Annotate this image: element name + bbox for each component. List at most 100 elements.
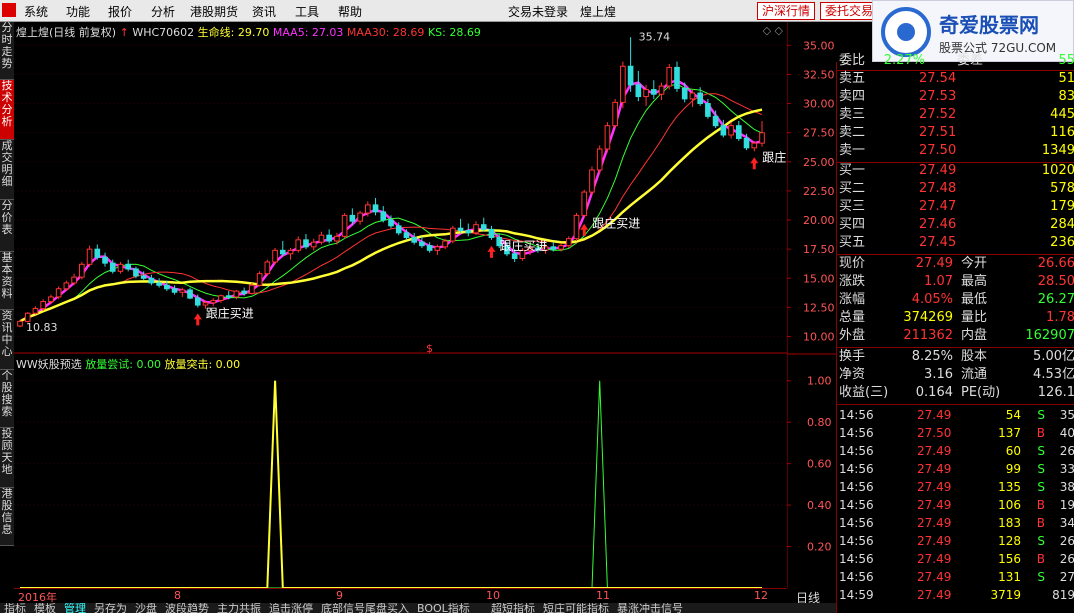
ask-row[interactable]: 卖二 27.51 116: [837, 124, 1074, 142]
indicator-tab[interactable]: 超短指标: [491, 603, 535, 613]
sidebar-tab-intraday[interactable]: 分时走势: [0, 22, 14, 80]
sidebar-tab-price-table[interactable]: 分价表: [0, 200, 14, 252]
candle-body[interactable]: [650, 89, 657, 95]
menu-help[interactable]: 帮助: [338, 3, 362, 20]
candle-body[interactable]: [40, 301, 47, 310]
indicator-tab[interactable]: BOOL指标: [417, 603, 470, 613]
indicator-tab[interactable]: 另存为: [94, 603, 127, 613]
candle-body[interactable]: [666, 66, 673, 87]
candle-body[interactable]: [743, 137, 750, 149]
candle-body[interactable]: [612, 101, 618, 127]
candle-body[interactable]: [364, 204, 371, 214]
indicator-chart[interactable]: [14, 354, 787, 588]
candle-body[interactable]: [287, 249, 294, 255]
sidebar-tab-technical[interactable]: 技术分析: [0, 80, 14, 140]
candle-body[interactable]: [388, 219, 394, 227]
candle-body[interactable]: [94, 248, 101, 258]
candle-body[interactable]: [241, 290, 247, 294]
candle-body[interactable]: [728, 125, 734, 136]
candle-body[interactable]: [272, 249, 278, 263]
candle-body[interactable]: [419, 241, 425, 247]
candle-body[interactable]: [233, 290, 240, 298]
candle-body[interactable]: [720, 125, 727, 136]
candle-body[interactable]: [279, 249, 286, 255]
menu-news[interactable]: 资讯: [252, 3, 276, 20]
candle-body[interactable]: [326, 234, 332, 242]
menu-quote[interactable]: 报价: [108, 3, 132, 20]
candle-body[interactable]: [689, 92, 696, 100]
candle-body[interactable]: [48, 296, 54, 303]
indicator-tab[interactable]: 沙盘: [135, 603, 157, 613]
candle-body[interactable]: [349, 214, 356, 222]
candle-body[interactable]: [86, 248, 93, 265]
candle-body[interactable]: [759, 132, 765, 144]
sidebar-tab-stock-search[interactable]: 个股搜索: [0, 370, 14, 428]
sidebar-tab-basic-info[interactable]: 基本资料: [0, 252, 14, 310]
menu-tools[interactable]: 工具: [295, 3, 319, 20]
candle-body[interactable]: [102, 256, 108, 264]
indicator-tab[interactable]: 波段趋势: [165, 603, 209, 613]
panel-diamond-icon[interactable]: ◇ ◇: [763, 24, 783, 37]
candle-body[interactable]: [705, 103, 711, 117]
bid-row[interactable]: 买五 27.45 236: [837, 234, 1074, 252]
candle-body[interactable]: [604, 125, 611, 150]
menu-system[interactable]: 系统: [24, 3, 48, 20]
candle-body[interactable]: [372, 204, 379, 213]
candle-body[interactable]: [511, 253, 518, 259]
candle-body[interactable]: [148, 277, 155, 284]
candle-body[interactable]: [550, 246, 557, 250]
candle-body[interactable]: [589, 169, 595, 193]
candle-body[interactable]: [620, 65, 626, 103]
candle-body[interactable]: [751, 142, 758, 149]
candle-body[interactable]: [79, 263, 85, 278]
ask-row[interactable]: 卖一 27.50 1349: [837, 142, 1074, 160]
indicator-tab[interactable]: 短庄可能指标: [543, 603, 609, 613]
candle-body[interactable]: [581, 191, 588, 216]
candle-body[interactable]: [295, 239, 302, 251]
sidebar-tab-hk-info[interactable]: 港股信息: [0, 488, 14, 546]
candle-body[interactable]: [133, 268, 139, 277]
candle-body[interactable]: [627, 65, 634, 86]
bid-row[interactable]: 买四 27.46 284: [837, 216, 1074, 234]
ask-row[interactable]: 卖四 27.53 83: [837, 88, 1074, 106]
candle-body[interactable]: [596, 148, 603, 171]
candle-body[interactable]: [210, 299, 217, 304]
candle-body[interactable]: [465, 230, 472, 234]
candle-body[interactable]: [310, 241, 317, 248]
bid-row[interactable]: 买三 27.47 179: [837, 198, 1074, 216]
candle-body[interactable]: [334, 235, 340, 242]
candle-body[interactable]: [71, 276, 77, 284]
candle-body[interactable]: [179, 289, 186, 293]
candle-body[interactable]: [480, 224, 487, 230]
candle-body[interactable]: [403, 232, 410, 239]
sidebar-tab-advisor[interactable]: 投顾天地: [0, 428, 14, 488]
candle-body[interactable]: [341, 214, 348, 237]
candle-body[interactable]: [109, 262, 116, 272]
indicator-tab[interactable]: 主力共振: [217, 603, 261, 613]
candle-body[interactable]: [658, 85, 665, 95]
candle-body[interactable]: [218, 295, 224, 301]
candle-body[interactable]: [681, 87, 688, 100]
candle-body[interactable]: [55, 288, 62, 298]
candle-body[interactable]: [411, 237, 418, 243]
candle-body[interactable]: [117, 263, 124, 272]
candle-body[interactable]: [17, 320, 23, 327]
candle-body[interactable]: [225, 295, 232, 298]
sidebar-tab-news-center[interactable]: 资讯中心: [0, 310, 14, 370]
candle-body[interactable]: [187, 289, 193, 299]
candle-body[interactable]: [674, 66, 680, 89]
bid-row[interactable]: 买一 27.49 1020: [837, 162, 1074, 180]
trade-button[interactable]: 委托交易: [820, 2, 879, 20]
candle-body[interactable]: [426, 245, 433, 251]
menu-function[interactable]: 功能: [66, 3, 90, 20]
candle-body[interactable]: [264, 261, 271, 275]
indicator-tab[interactable]: 模板: [34, 603, 56, 613]
login-status[interactable]: 交易未登录: [508, 3, 568, 20]
bid-row[interactable]: 买二 27.48 578: [837, 180, 1074, 198]
candle-body[interactable]: [156, 282, 162, 286]
candle-body[interactable]: [125, 263, 132, 270]
indicator-chart-panel[interactable]: WW妖股预选 放量尝试: 0.00 放量突击: 0.00: [14, 354, 787, 588]
candle-body[interactable]: [194, 297, 201, 306]
menu-hk-futures[interactable]: 港股期货: [190, 3, 238, 20]
indicator-tab[interactable]: 追击涨停: [269, 603, 313, 613]
